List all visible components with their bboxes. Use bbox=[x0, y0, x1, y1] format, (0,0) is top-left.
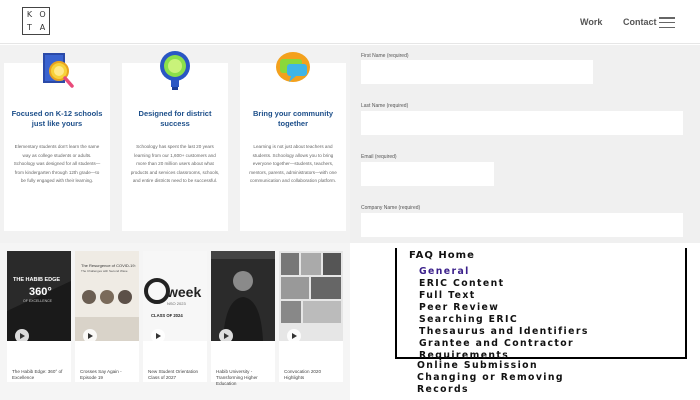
card-title: Designed for district success bbox=[138, 109, 212, 128]
play-icon[interactable] bbox=[83, 329, 97, 343]
video-thumbnail bbox=[279, 251, 343, 341]
oweek-thumbnail-art: week NSO 2023 CLASS OF 2024 bbox=[143, 251, 207, 341]
first-name-label: First Name (required) bbox=[361, 53, 409, 59]
faq-item-full-text[interactable]: Full Text bbox=[419, 290, 589, 302]
card-text: Elementary students don't learn the same… bbox=[13, 144, 101, 184]
logo-letter: K bbox=[26, 10, 33, 19]
video-thumbnail: THE HABIB EDGE 360° OF EXCELLENCE bbox=[7, 251, 71, 341]
faq-item-searching-eric[interactable]: Searching ERIC bbox=[419, 314, 589, 326]
svg-text:360°: 360° bbox=[29, 286, 52, 298]
video-caption: Convocation 2020 Highlights bbox=[284, 369, 322, 380]
last-name-label: Last Name (required) bbox=[361, 103, 409, 109]
svg-text:THE HABIB EDGE: THE HABIB EDGE bbox=[13, 277, 60, 283]
play-icon[interactable] bbox=[287, 329, 301, 343]
card-title: Bring your community together bbox=[252, 109, 333, 128]
magnifier-book-icon bbox=[43, 53, 74, 88]
contact-form: First Name (required) Last Name (require… bbox=[350, 45, 700, 243]
habib-edge-thumbnail-art: THE HABIB EDGE 360° OF EXCELLENCE bbox=[7, 251, 71, 341]
faq-item-online-submission[interactable]: Online Submission bbox=[417, 360, 564, 372]
faq-item-peer-review[interactable]: Peer Review bbox=[419, 302, 589, 314]
first-name-field[interactable] bbox=[361, 60, 593, 84]
feature-card-district: Designed for district success Schoology … bbox=[122, 51, 228, 231]
faq-item-eric-content[interactable]: ERIC Content bbox=[419, 278, 589, 290]
video-caption: The Habib Edge: 360° of Excellence bbox=[12, 369, 63, 380]
faq-more-list: Online Submission Changing or Removing R… bbox=[417, 360, 564, 396]
covid-panel-thumbnail-art: The Resurgence of COVID-19: The Challeng… bbox=[75, 251, 139, 341]
play-icon[interactable] bbox=[219, 329, 233, 343]
logo-letter: A bbox=[39, 23, 46, 32]
feature-card-community: Bring your community together Learning i… bbox=[240, 52, 346, 231]
card-text: Schoology has spent the last 20 years le… bbox=[130, 144, 220, 184]
faq-item-grantee[interactable]: Grantee and Contractor bbox=[419, 338, 589, 350]
play-icon[interactable] bbox=[151, 329, 165, 343]
card-title: Focused on K-12 schools just like yours bbox=[11, 109, 103, 128]
faq-item-records[interactable]: Records bbox=[417, 384, 564, 396]
play-icon[interactable] bbox=[15, 329, 29, 343]
svg-text:OF EXCELLENCE: OF EXCELLENCE bbox=[23, 299, 53, 303]
logo-letter: O bbox=[39, 10, 46, 19]
convocation-collage-art bbox=[279, 251, 343, 341]
faq-box: FAQ Home General ERIC Content Full Text … bbox=[395, 248, 687, 362]
svg-text:The Resurgence of COVID-19:: The Resurgence of COVID-19: bbox=[81, 263, 136, 268]
svg-text:NSO 2023: NSO 2023 bbox=[167, 301, 186, 306]
faq-item-changing-removing[interactable]: Changing or Removing bbox=[417, 372, 564, 384]
faq-item-thesaurus[interactable]: Thesaurus and Identifiers bbox=[419, 326, 589, 338]
video-card[interactable]: The Resurgence of COVID-19: The Challeng… bbox=[75, 251, 139, 382]
video-card[interactable]: Habib University - Transforming Higher E… bbox=[211, 251, 275, 386]
kota-logo[interactable]: K O T A bbox=[22, 7, 50, 35]
site-header: K O T A Work Contact bbox=[0, 0, 700, 44]
svg-text:week: week bbox=[166, 284, 201, 300]
video-card[interactable]: week NSO 2023 CLASS OF 2024 New Student … bbox=[143, 251, 207, 382]
video-thumbnail: week NSO 2023 CLASS OF 2024 bbox=[143, 251, 207, 341]
lightbulb-icon bbox=[160, 51, 190, 90]
faq-item-general[interactable]: General bbox=[419, 266, 589, 278]
faq-panel: FAQ Home General ERIC Content Full Text … bbox=[350, 243, 700, 400]
card-text: Learning is not just about teachers and … bbox=[249, 144, 337, 184]
company-label: Company Name (required) bbox=[361, 205, 421, 211]
svg-text:The Challenges with Second Wav: The Challenges with Second Wave bbox=[81, 269, 128, 273]
video-caption: New Student Orientation Class of 2027 bbox=[148, 369, 199, 380]
company-name-field[interactable] bbox=[361, 213, 683, 237]
video-thumbnail: The Resurgence of COVID-19: The Challeng… bbox=[75, 251, 139, 341]
video-card[interactable]: THE HABIB EDGE 360° OF EXCELLENCE The Ha… bbox=[7, 251, 71, 382]
faq-list: General ERIC Content Full Text Peer Revi… bbox=[419, 266, 589, 362]
video-thumbnail bbox=[211, 251, 275, 341]
email-label: Email (required) bbox=[361, 154, 397, 160]
video-carousel: THE HABIB EDGE 360° OF EXCELLENCE The Ha… bbox=[0, 243, 350, 400]
hamburger-menu-icon[interactable] bbox=[659, 17, 675, 29]
logo-letter: T bbox=[27, 23, 32, 32]
nav-link-contact[interactable]: Contact bbox=[623, 17, 657, 27]
video-card[interactable]: Convocation 2020 Highlights bbox=[279, 251, 343, 382]
feature-card-k12: Focused on K-12 schools just like yours … bbox=[4, 53, 110, 231]
chat-bubbles-icon bbox=[276, 52, 310, 82]
svg-text:CLASS OF 2024: CLASS OF 2024 bbox=[151, 313, 183, 318]
last-name-field[interactable] bbox=[361, 111, 683, 135]
faq-heading: FAQ Home bbox=[409, 250, 475, 261]
video-caption: Crosses Say Again - Episode 19 bbox=[80, 369, 122, 380]
email-field[interactable] bbox=[361, 162, 494, 186]
feature-cards-section: Focused on K-12 schools just like yours … bbox=[0, 45, 350, 243]
video-caption: Habib University - Transforming Higher E… bbox=[216, 369, 258, 386]
speaker-thumbnail-art bbox=[211, 251, 275, 341]
nav-link-work[interactable]: Work bbox=[580, 17, 602, 27]
